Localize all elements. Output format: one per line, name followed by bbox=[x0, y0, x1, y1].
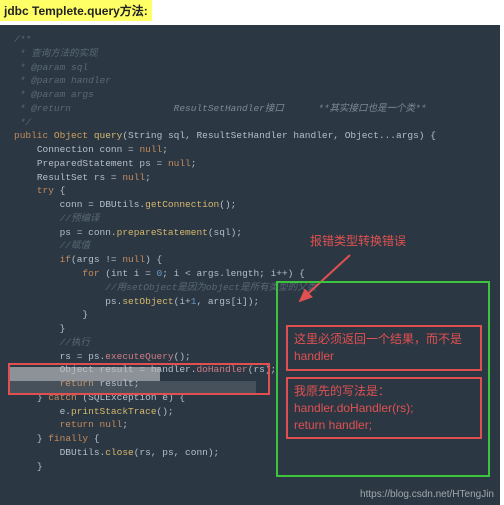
comment: * @param args bbox=[14, 89, 94, 100]
brace-close: } bbox=[82, 309, 88, 320]
kw-try: try bbox=[37, 185, 54, 196]
return-type: Object bbox=[54, 130, 88, 141]
prep-end: (sql); bbox=[208, 227, 242, 238]
printStackTrace: printStackTrace bbox=[71, 406, 157, 417]
null: null bbox=[100, 419, 123, 430]
note2-line1: 我原先的写法是： bbox=[294, 383, 474, 400]
comment-exec: //执行 bbox=[60, 337, 90, 348]
return-hint: ResultSetHandler接口 bbox=[174, 103, 284, 114]
executeQuery: executeQuery bbox=[105, 351, 173, 362]
comment: * @return bbox=[14, 103, 71, 114]
pst: e. bbox=[60, 406, 71, 417]
setobj: ps. bbox=[105, 296, 122, 307]
kw-return2: return bbox=[60, 419, 100, 430]
decl-ps: PreparedStatement ps = bbox=[37, 158, 168, 169]
for-mid: (int i = bbox=[100, 268, 157, 279]
exec: rs = ps. bbox=[60, 351, 106, 362]
getconn: conn = DBUtils. bbox=[60, 199, 146, 210]
close: DBUtils. bbox=[60, 447, 106, 458]
prep: ps = conn. bbox=[60, 227, 117, 238]
if-end: ) { bbox=[145, 254, 162, 265]
block-comment-open: /** bbox=[14, 34, 31, 45]
decl-conn: Connection conn = bbox=[37, 144, 140, 155]
setObject: setObject bbox=[122, 296, 173, 307]
comment-prep: //预编译 bbox=[60, 213, 100, 224]
close-end: (rs, ps, conn); bbox=[134, 447, 220, 458]
note1-line2: handler bbox=[294, 348, 474, 365]
method-params: (String sql, ResultSetHandler handler, O… bbox=[122, 130, 436, 141]
exec-end: (); bbox=[174, 351, 191, 362]
brace: { bbox=[54, 185, 65, 196]
setobj-end: , args[i]); bbox=[196, 296, 259, 307]
return-hint2: **其实接口也是一个类** bbox=[318, 103, 426, 114]
brace: { bbox=[88, 433, 99, 444]
method-name: query bbox=[94, 130, 123, 141]
section-title: jdbc Templete.query方法: bbox=[0, 0, 152, 21]
kw-for: for bbox=[82, 268, 99, 279]
comment-assign: //赋值 bbox=[60, 240, 90, 251]
code-highlight-box bbox=[8, 363, 270, 395]
if-cond: (args != bbox=[71, 254, 122, 265]
comment: * @param sql bbox=[14, 62, 88, 73]
note2-line3: return handler; bbox=[294, 417, 474, 434]
getConnection: getConnection bbox=[145, 199, 219, 210]
comment: * 查询方法的实现 bbox=[14, 48, 98, 59]
error-label: 报错类型转换错误 bbox=[310, 233, 406, 250]
setobj-mid: (i+ bbox=[174, 296, 191, 307]
kw-if: if bbox=[60, 254, 71, 265]
note2-line2: handler.doHandler(rs); bbox=[294, 400, 474, 417]
for-end: ; i < args.length; i++) { bbox=[162, 268, 305, 279]
comment: * @param handler bbox=[14, 75, 111, 86]
prepareStatement: prepareStatement bbox=[117, 227, 208, 238]
null: null bbox=[122, 172, 145, 183]
note-box-2: 我原先的写法是： handler.doHandler(rs); return h… bbox=[286, 377, 482, 439]
code-block: /** * 查询方法的实现 * @param sql * @param hand… bbox=[0, 25, 500, 505]
getconn-end: (); bbox=[219, 199, 236, 210]
note1-line1: 这里必须返回一个结果，而不是 bbox=[294, 331, 474, 348]
close-method: close bbox=[105, 447, 134, 458]
note-box-1: 这里必须返回一个结果，而不是 handler bbox=[286, 325, 482, 371]
pst-end: (); bbox=[157, 406, 174, 417]
null: null bbox=[122, 254, 145, 265]
null: null bbox=[139, 144, 162, 155]
decl-rs: ResultSet rs = bbox=[37, 172, 123, 183]
block-comment-close: */ bbox=[14, 117, 31, 128]
brace-close: } bbox=[37, 461, 43, 472]
kw-finally: finally bbox=[48, 433, 88, 444]
brace-close: } bbox=[60, 323, 66, 334]
null: null bbox=[168, 158, 191, 169]
kw-public: public bbox=[14, 130, 48, 141]
